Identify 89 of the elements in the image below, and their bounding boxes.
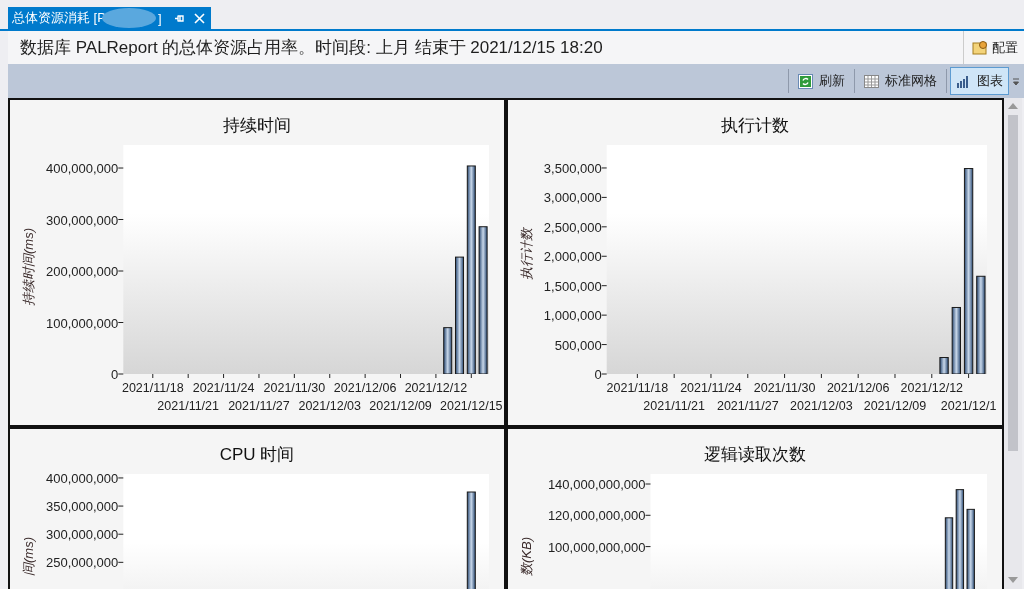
x-tick-mark: [931, 373, 933, 379]
x-tick-label: 2021/12/09: [369, 399, 432, 413]
y-tick-label: 2,000,000: [543, 249, 608, 265]
y-tick-label: 1,000,000: [543, 308, 608, 324]
x-tick-mark: [400, 373, 401, 379]
x-tick-label: 2021/11/30: [263, 381, 326, 395]
toolbar-button[interactable]: 图表: [950, 67, 1009, 95]
x-tick-label: 2021/11/24: [192, 381, 255, 395]
x-tick-mark: [857, 373, 859, 379]
y-tick-label: 200,000,000: [46, 264, 124, 279]
x-tick-mark: [968, 373, 970, 379]
y-tick-label: 100,000,000,000: [547, 539, 651, 555]
x-tick-mark: [293, 373, 295, 379]
bar: [944, 517, 954, 589]
x-tick-mark: [673, 373, 675, 379]
y-tick-label: 140,000,000,000: [547, 477, 651, 492]
y-tick-label: 300,000,000: [46, 212, 124, 228]
x-tick-mark: [747, 373, 749, 379]
x-tick-label: 2021/12/09: [863, 399, 927, 413]
overflow-icon[interactable]: [1012, 76, 1020, 86]
x-tick-mark: [329, 373, 331, 379]
x-tick-label: 2021/11/21: [643, 399, 705, 413]
y-tick-label: 3,000,000: [543, 190, 608, 206]
x-tick-label: 2021/11/24: [680, 381, 742, 395]
bar: [951, 307, 961, 374]
y-tick-label: 400,000,000: [46, 161, 124, 176]
x-tick-label: 2021/11/18: [606, 381, 669, 395]
settings-icon: [972, 39, 988, 56]
x-tick-mark: [223, 373, 225, 379]
y-tick-label: 350,000,000: [46, 499, 124, 515]
x-tick-label: 2021/12/12: [900, 381, 964, 395]
toolbar-button[interactable]: 刷新: [792, 67, 851, 95]
scrollbar-thumb[interactable]: [1008, 115, 1018, 451]
y-tick-label: 250,000,000: [46, 555, 124, 571]
y-axis-label: 数(KB): [519, 537, 534, 576]
y-tick-label: 0: [594, 367, 602, 382]
y-tick-label: 300,000,000: [46, 527, 124, 543]
x-tick-label: 2021/12/12: [404, 381, 468, 395]
bar-chart-icon: [956, 73, 971, 89]
x-tick-mark: [364, 373, 366, 379]
x-tick-label: 2021/11/27: [716, 399, 779, 413]
bar: [443, 327, 453, 374]
y-axis-label: 持续时间(ms): [21, 228, 36, 306]
y-tick-label: 0: [111, 367, 119, 382]
refresh-icon: [798, 73, 813, 89]
x-tick-mark: [470, 373, 472, 379]
y-axis-label: 间(ms): [21, 537, 36, 576]
report-description: 数据库 PALReport 的总体资源占用率。时间段: 上月 结束于 2021/12/15 18:20: [19, 37, 604, 59]
grid-icon: [864, 73, 879, 89]
y-tick-label: 100,000,000: [46, 315, 124, 331]
x-tick-label: 2021/12/03: [298, 399, 361, 413]
y-tick-label: 500,000: [554, 337, 608, 353]
x-tick-label: 2021/11/21: [157, 399, 219, 413]
x-tick-mark: [784, 373, 786, 379]
y-tick-label: 120,000,000,000: [547, 508, 651, 524]
x-tick-mark: [152, 373, 154, 379]
x-tick-mark: [187, 373, 189, 379]
chart-title: 执行计数: [721, 116, 789, 135]
x-tick-mark: [820, 373, 822, 379]
y-tick-label: 1,500,000: [543, 278, 608, 294]
x-tick-label: 2021/12/06: [826, 381, 890, 395]
tab-title-end: ]: [157, 10, 162, 26]
scroll-up-icon[interactable]: [1008, 103, 1018, 109]
x-tick-label: 2021/11/27: [228, 399, 290, 413]
x-tick-mark: [710, 373, 712, 379]
y-tick-label: 3,500,000: [543, 160, 608, 176]
chart-title: 持续时间: [223, 116, 291, 135]
x-tick-mark: [636, 373, 638, 379]
x-tick-mark: [894, 373, 896, 379]
y-tick-label: 0: [594, 367, 608, 382]
close-icon[interactable]: [193, 12, 205, 24]
x-tick-label: 2021/12/15: [440, 399, 503, 413]
pin-icon[interactable]: [173, 12, 185, 24]
scroll-down-icon[interactable]: [1008, 577, 1018, 583]
x-tick-label: 2021/11/30: [753, 381, 816, 395]
y-tick-label: 400,000,000: [46, 470, 124, 486]
x-tick-mark: [258, 373, 260, 379]
y-tick-label: 0: [111, 367, 124, 382]
chart-title: CPU 时间: [219, 445, 295, 464]
x-tick-mark: [435, 373, 437, 379]
y-tick-label: 2,500,000: [543, 219, 608, 235]
y-axis-label: 执行计数: [519, 228, 534, 280]
x-tick-label: 2021/12/06: [333, 381, 397, 395]
bar: [939, 357, 949, 374]
chart-title: 逻辑读取次数: [704, 445, 806, 464]
x-tick-label: 2021/12/03: [790, 399, 853, 413]
x-tick-label: 2021/12/1: [940, 399, 997, 413]
x-tick-label: 2021/11/18: [121, 381, 184, 395]
toolbar-button[interactable]: 标准网格: [858, 67, 943, 95]
